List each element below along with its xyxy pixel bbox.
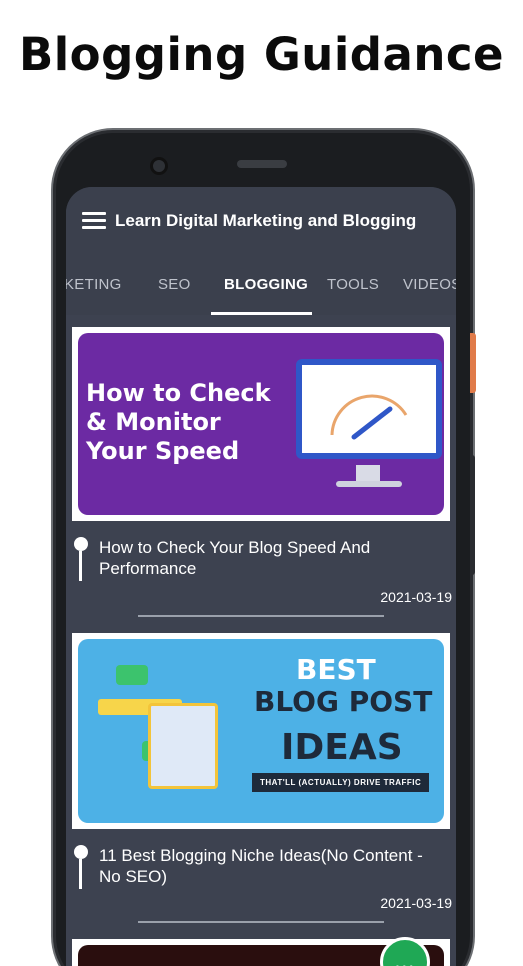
thumbnail-ideas: IDEAS xyxy=(281,727,403,768)
monitor-stand xyxy=(356,465,380,481)
category-tabs: KETING SEO BLOGGING TOOLS VIDEOS xyxy=(66,253,456,315)
phone-volume-button xyxy=(470,455,475,575)
app-bar: Learn Digital Marketing and Blogging xyxy=(66,187,456,253)
chat-bubble-icon: ••• xyxy=(395,959,416,966)
post-date: 2021-03-19 xyxy=(380,589,452,605)
monitor-base xyxy=(336,481,402,487)
active-tab-indicator xyxy=(211,312,312,315)
post-divider xyxy=(138,615,384,617)
tab-seo[interactable]: SEO xyxy=(158,276,191,293)
phone-power-button xyxy=(470,333,476,393)
headline: Blogging Guidance xyxy=(18,28,505,81)
post-thumbnail[interactable]: How to Check & Monitor Your Speed xyxy=(72,327,450,521)
front-camera xyxy=(150,157,168,175)
app-screen: Learn Digital Marketing and Blogging KET… xyxy=(66,187,456,966)
post-title[interactable]: 11 Best Blogging Niche Ideas(No Content … xyxy=(99,845,444,887)
tab-tools[interactable]: TOOLS xyxy=(327,276,379,293)
app-title: Learn Digital Marketing and Blogging xyxy=(115,211,417,230)
tab-marketing[interactable]: KETING xyxy=(66,276,122,293)
pin-icon xyxy=(74,845,90,889)
thumbnail-blog-post: BLOG POST xyxy=(254,685,433,718)
pin-icon xyxy=(74,537,90,581)
post-divider xyxy=(138,921,384,923)
hamburger-menu-icon[interactable] xyxy=(82,212,106,230)
earpiece-speaker xyxy=(237,160,287,168)
post-title[interactable]: How to Check Your Blog Speed And Perform… xyxy=(99,537,444,579)
thumbnail-headline: How to Check & Monitor Your Speed xyxy=(86,379,271,465)
tab-videos[interactable]: VIDEOS xyxy=(403,276,456,293)
monitor-illustration xyxy=(296,359,442,459)
thumbnail-tagline: THAT'LL (ACTUALLY) DRIVE TRAFFIC xyxy=(252,773,430,792)
tab-blogging[interactable]: BLOGGING xyxy=(224,276,308,293)
post-thumbnail[interactable]: BEST BLOG POST IDEAS THAT'LL (ACTUALLY) … xyxy=(72,633,450,829)
chat-bubble-icon xyxy=(116,665,148,685)
thumbnail-best: BEST xyxy=(296,653,376,686)
clipboard-illustration xyxy=(148,703,218,789)
post-date: 2021-03-19 xyxy=(380,895,452,911)
